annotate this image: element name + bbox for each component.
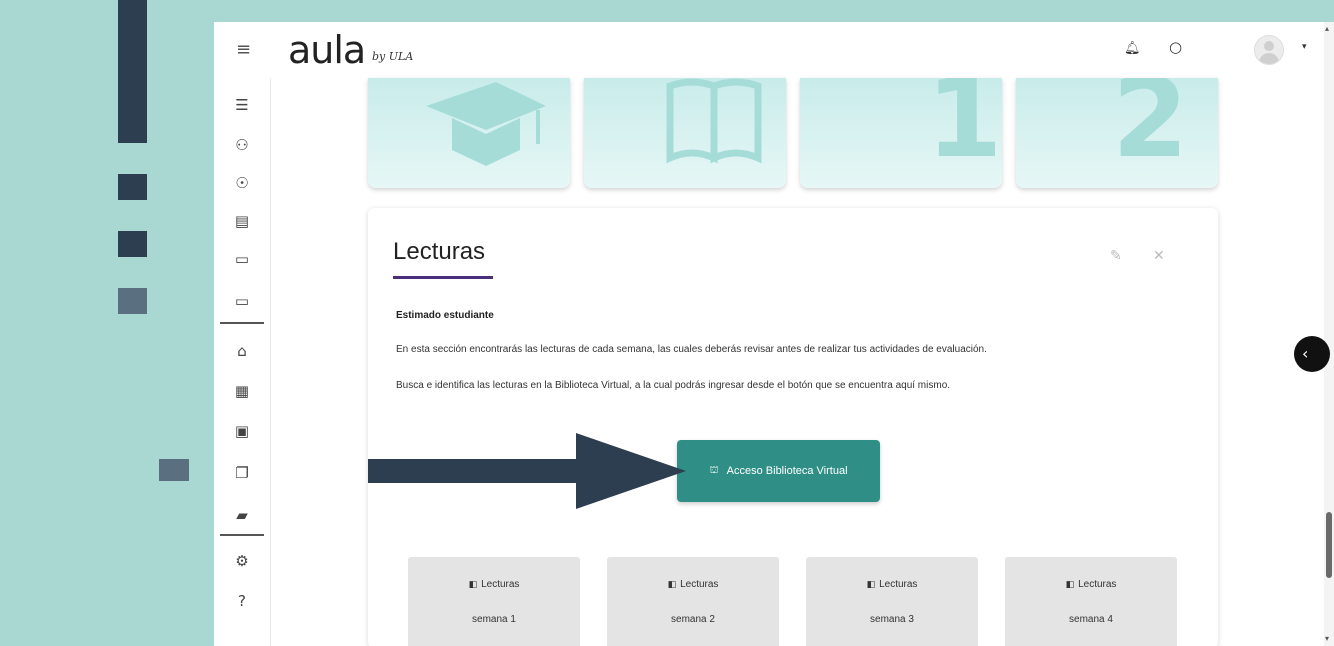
folder-icon[interactable]: ▭	[232, 292, 252, 310]
week-tile-week: semana 3	[870, 614, 914, 625]
decorative-square	[118, 231, 147, 257]
main-content: 1 2 Lecturas ✎ ✕ Estimado estudiante En …	[271, 78, 1334, 646]
book-icon: ◧	[667, 580, 677, 590]
bell-icon[interactable]: 🔔︎	[1124, 41, 1141, 56]
drawer-toggle-button[interactable]: ‹	[1294, 336, 1330, 372]
decorative-square	[118, 288, 147, 314]
home-icon[interactable]: ⌂	[232, 342, 252, 360]
hamburger-icon[interactable]: ≡	[236, 39, 251, 60]
card-paragraph: En esta sección encontrarás las lecturas…	[396, 344, 987, 355]
folder-icon[interactable]: ▭	[232, 250, 252, 268]
banner-tile[interactable]: 1	[800, 78, 1002, 188]
banner-number: 1	[926, 78, 1002, 182]
logo[interactable]: aula	[288, 28, 366, 72]
settings-icon[interactable]: ⚙	[232, 552, 252, 570]
week-tile-label: Lecturas	[879, 579, 918, 590]
close-icon[interactable]: ✕	[1153, 248, 1165, 264]
open-book-icon	[666, 78, 762, 164]
folder-open-icon[interactable]: ▰	[232, 506, 252, 524]
scroll-down-icon[interactable]: ▾	[1325, 634, 1329, 643]
top-bar: ≡ aula by ULA 🔔︎ ○ ▾	[214, 22, 1334, 79]
card-subtitle: Estimado estudiante	[396, 310, 494, 321]
side-navigation: ☰ ⚇ ☉ ▤ ▭ ▭ ⌂ ▦ ▣ ❐ ▰ ⚙ ?	[214, 78, 271, 646]
decorative-square	[118, 174, 147, 200]
title-underline	[393, 276, 493, 279]
logo-subtitle: by ULA	[372, 50, 414, 63]
scroll-up-icon[interactable]: ▴	[1325, 24, 1329, 33]
calendar-icon[interactable]: ▣	[232, 422, 252, 440]
decorative-dash	[159, 459, 189, 481]
banner-tile[interactable]	[368, 78, 570, 188]
card-title: Lecturas	[393, 238, 486, 265]
week-tile[interactable]: ◧ Lecturas semana 2	[607, 557, 779, 646]
pointer-arrow	[368, 433, 686, 509]
nav-divider	[220, 322, 264, 324]
book-icon: ◧	[468, 580, 478, 590]
week-tile-week: semana 4	[1069, 614, 1113, 625]
edit-icon[interactable]: ✎	[1110, 248, 1122, 264]
week-tile-label: Lecturas	[680, 579, 719, 590]
scrollbar-thumb[interactable]	[1326, 512, 1332, 578]
chat-icon[interactable]: ○	[1169, 38, 1182, 56]
decorative-bar	[118, 0, 147, 143]
week-tile[interactable]: ◧ Lecturas semana 1	[408, 557, 580, 646]
week-tile[interactable]: ◧ Lecturas semana 3	[806, 557, 978, 646]
week-tile-label: Lecturas	[1078, 579, 1117, 590]
week-tile-week: semana 2	[671, 614, 715, 625]
gradebook-icon[interactable]: ▤	[232, 212, 252, 230]
week-tile-week: semana 1	[472, 614, 516, 625]
book-icon: ◧	[1065, 580, 1075, 590]
dashboard-icon[interactable]: ▦	[232, 382, 252, 400]
graduation-cap-icon	[426, 82, 546, 166]
user-icon[interactable]: ⚇	[232, 136, 252, 154]
access-library-button[interactable]: ⛫ Acceso Biblioteca Virtual	[677, 440, 880, 502]
avatar[interactable]	[1254, 35, 1284, 65]
help-icon[interactable]: ?	[232, 592, 252, 610]
banner-tile[interactable]: 2	[1016, 78, 1218, 188]
caret-down-icon[interactable]: ▾	[1302, 42, 1307, 52]
banner-number: 2	[1112, 78, 1189, 182]
medal-icon[interactable]: ☉	[232, 174, 252, 192]
book-icon: ◧	[866, 580, 876, 590]
documents-icon[interactable]: ❐	[232, 464, 252, 482]
chevron-left-icon: ‹	[1302, 344, 1309, 363]
banner-tile[interactable]	[584, 78, 786, 188]
nav-divider	[220, 534, 264, 536]
list-icon[interactable]: ☰	[232, 96, 252, 114]
week-tile[interactable]: ◧ Lecturas semana 4	[1005, 557, 1177, 646]
card-paragraph: Busca e identifica las lecturas en la Bi…	[396, 380, 951, 391]
lecturas-card: Lecturas ✎ ✕ Estimado estudiante En esta…	[368, 208, 1218, 646]
library-icon: ⛫	[709, 464, 719, 476]
access-library-label: Acceso Biblioteca Virtual	[726, 465, 848, 477]
browser-frame: ≡ aula by ULA 🔔︎ ○ ▾ ☰ ⚇ ☉ ▤ ▭ ▭ ⌂ ▦ ▣ ❐…	[214, 22, 1334, 646]
week-tile-label: Lecturas	[481, 579, 520, 590]
